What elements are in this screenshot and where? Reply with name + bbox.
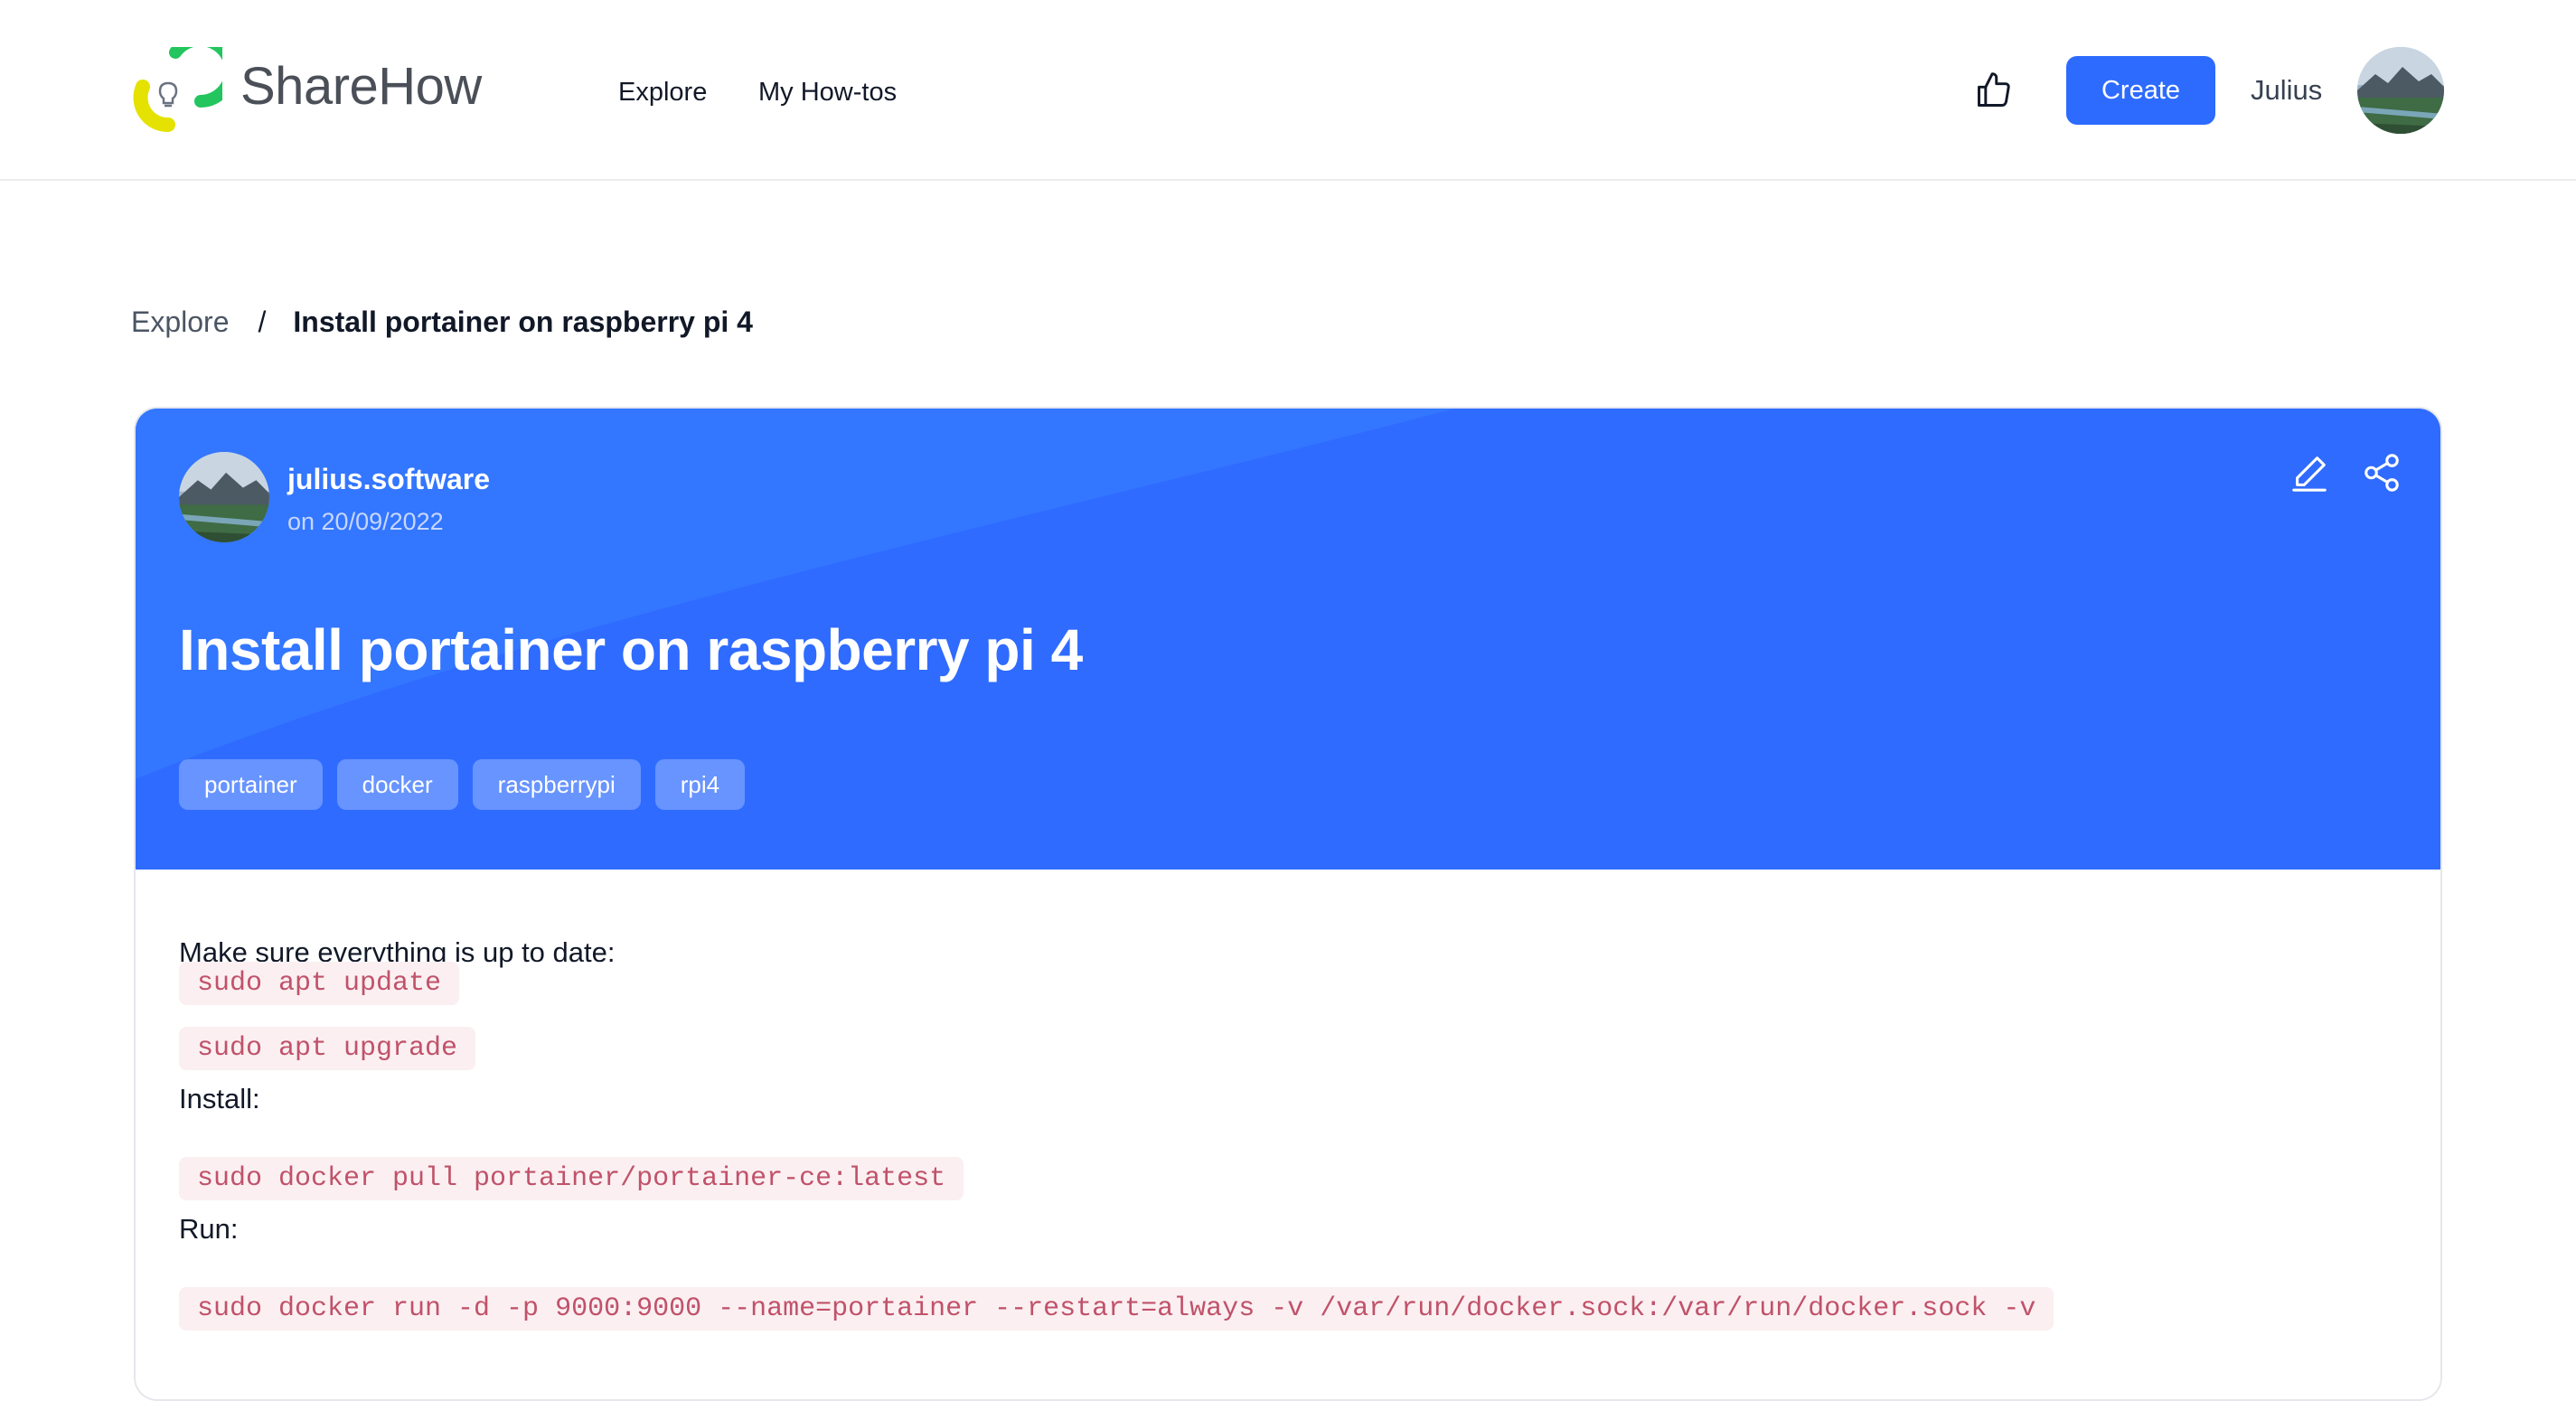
run-label: Run: (179, 1213, 239, 1245)
breadcrumb-separator: / (258, 306, 267, 338)
install-label: Install: (179, 1083, 260, 1114)
nav-my-how-tos[interactable]: My How-tos (758, 78, 897, 108)
create-button[interactable]: Create (2066, 56, 2215, 125)
tag-docker[interactable]: docker (336, 759, 458, 810)
author-avatar[interactable] (179, 452, 269, 542)
code-docker-pull: sudo docker pull portainer/portainer-ce:… (179, 1157, 964, 1200)
post-hero: julius.software on 20/09/2022 Install po… (136, 409, 2440, 870)
tag-list: portainer docker raspberrypi rpi4 (179, 759, 746, 810)
pencil-icon[interactable] (2289, 452, 2330, 494)
howto-card: julius.software on 20/09/2022 Install po… (134, 407, 2442, 1401)
post-title: Install portainer on raspberry pi 4 (179, 617, 1083, 682)
nav-explore[interactable]: Explore (618, 78, 707, 108)
share-icon[interactable] (2361, 452, 2402, 494)
breadcrumb: Explore / Install portainer on raspberry… (131, 306, 753, 339)
breadcrumb-current: Install portainer on raspberry pi 4 (293, 306, 753, 338)
tag-raspberrypi[interactable]: raspberrypi (472, 759, 641, 810)
post-date: on 20/09/2022 (287, 508, 444, 535)
code-apt-upgrade: sudo apt upgrade (179, 1027, 476, 1070)
lightbulb-logo-icon[interactable] (132, 33, 238, 137)
user-name[interactable]: Julius (2251, 74, 2322, 107)
breadcrumb-explore-link[interactable]: Explore (131, 306, 230, 339)
thumbs-up-icon[interactable] (1974, 71, 2014, 110)
avatar[interactable] (2357, 47, 2444, 134)
author-name[interactable]: julius.software (287, 463, 490, 496)
brand-name[interactable]: ShareHow (240, 56, 482, 117)
code-docker-run: sudo docker run -d -p 9000:9000 --name=p… (179, 1287, 2054, 1330)
top-navbar: ShareHow Explore My How-tos Create Juliu… (0, 0, 2576, 181)
tag-rpi4[interactable]: rpi4 (654, 759, 746, 810)
tag-portainer[interactable]: portainer (179, 759, 323, 810)
code-apt-update: sudo apt update (179, 962, 460, 1005)
